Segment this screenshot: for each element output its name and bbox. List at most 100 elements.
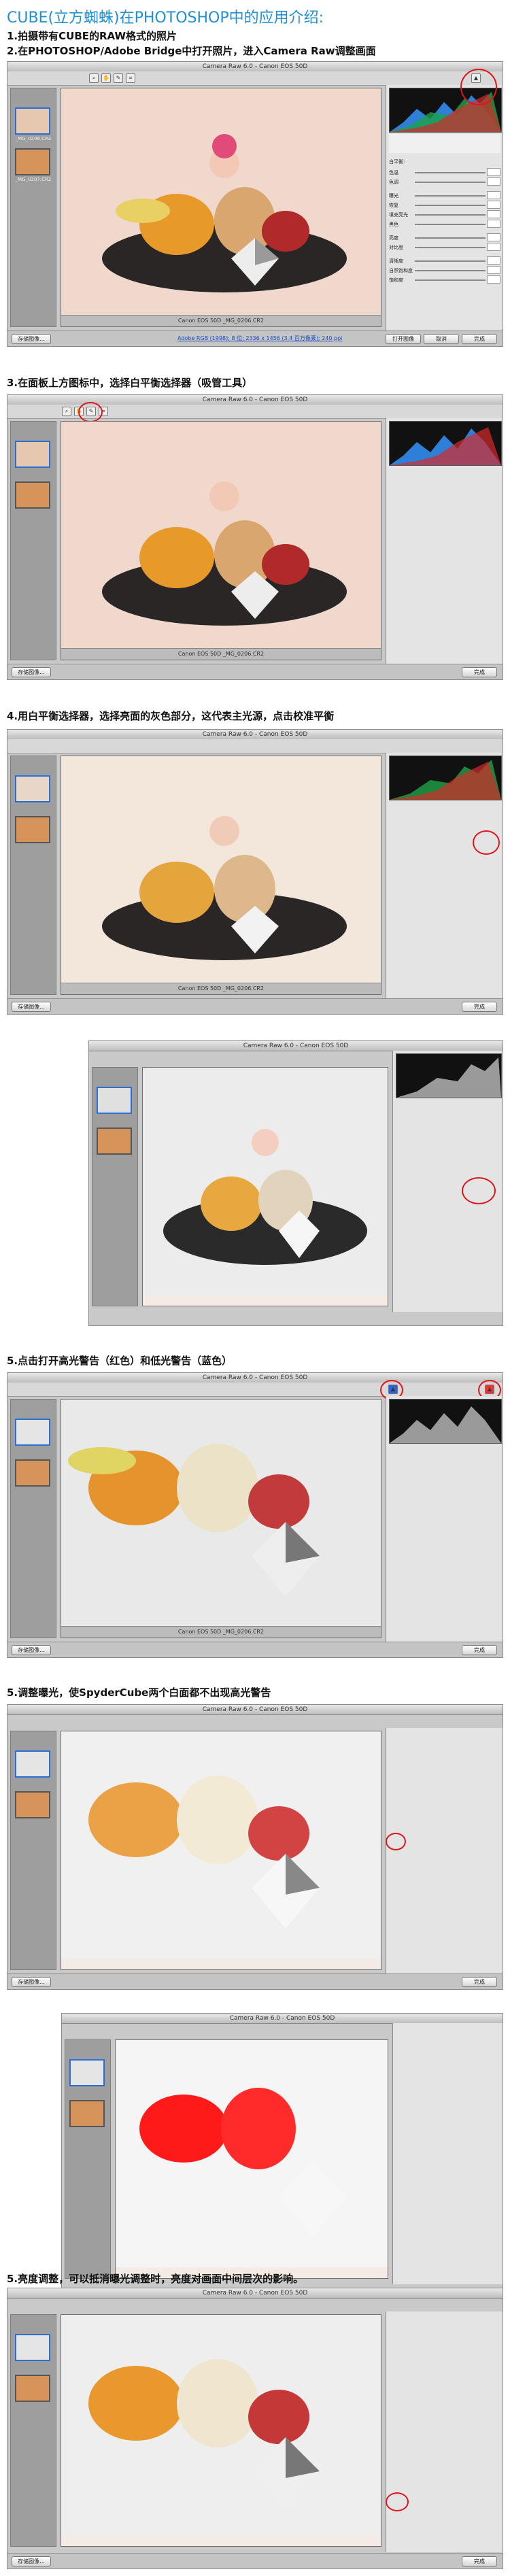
- image-preview: Canon EOS 50D _MG_0206.CR2: [61, 756, 381, 995]
- preview-status: Canon EOS 50D _MG_0206.CR2: [61, 1626, 381, 1638]
- save-image-button[interactable]: 存储图像...: [12, 1645, 51, 1655]
- open-image-button[interactable]: 打开图像: [386, 334, 421, 344]
- done-button[interactable]: 完成: [462, 1002, 497, 1012]
- step-3-caption: 3.在面板上方图标中，选择白平衡选择器（吸管工具）: [7, 377, 253, 389]
- highlight-annotation-circle: [460, 69, 497, 105]
- thumbnail-2[interactable]: [15, 148, 50, 175]
- bottom-bar: 存储图像... 完成: [7, 664, 503, 679]
- camera-raw-window-5b: Camera Raw 6.0 - Canon EOS 50D: [61, 2013, 503, 2299]
- bottom-bar: 存储图像... 完成: [7, 1642, 503, 1657]
- thumbnail-1[interactable]: [15, 775, 50, 802]
- saturation-slider[interactable]: 饱和度: [389, 275, 500, 284]
- done-button[interactable]: 完成: [462, 2556, 497, 2566]
- adjust-panel: 白平衡: 色温 色调 曝光 恢复 填充亮光 黑色 亮度 对比度 清晰度 自然饱和…: [386, 85, 503, 333]
- thumbnail-1[interactable]: [15, 1750, 50, 1778]
- white-balance-row[interactable]: 白平衡:: [389, 157, 500, 166]
- done-button[interactable]: 完成: [462, 1645, 497, 1655]
- thumbnail-1[interactable]: [97, 1087, 132, 1114]
- camera-raw-window-5: Camera Raw 6.0 - Canon EOS 50D 存储图像... 完…: [7, 1704, 503, 1990]
- bottom-bar: 存储图像... 完成: [7, 1973, 503, 1989]
- blacks-slider[interactable]: 黑色: [389, 220, 500, 228]
- window-title: Camera Raw 6.0 - Canon EOS 50D: [7, 1705, 503, 1715]
- white-balance-tool-icon[interactable]: ✎: [114, 73, 123, 83]
- image-preview: Canon EOS 50D _MG_0206.CR2: [61, 421, 381, 660]
- adjust-panel: [386, 2311, 503, 2552]
- thumbnail-1-caption: _MG_0206.CR2: [15, 136, 52, 141]
- save-image-button[interactable]: 存储图像...: [12, 667, 51, 677]
- step-1-caption: 1.拍摄带有CUBE的RAW格式的照片: [7, 30, 177, 42]
- camera-raw-window-2: Camera Raw 6.0 - Canon EOS 50D ⌕ ✋ ✎ ⌗ C…: [7, 394, 503, 680]
- filmstrip: [65, 2039, 111, 2279]
- vibrance-slider[interactable]: 自然饱和度: [389, 266, 500, 275]
- bottom-bar: 存储图像... Adobe RGB (1998); 8 位; 2336 x 14…: [7, 331, 503, 346]
- tint-slider[interactable]: 色调: [389, 177, 500, 186]
- window-title: Camera Raw 6.0 - Canon EOS 50D: [62, 2014, 503, 2024]
- step-7-caption: 5.亮度调整，可以抵消曝光调整时，亮度对画面中间层次的影响。: [7, 2273, 304, 2285]
- camera-raw-window-1: Camera Raw 6.0 - Canon EOS 50D ⌕ ✋ ✎ ⌗ ▲…: [7, 61, 503, 347]
- preview-status: Canon EOS 50D _MG_0206.CR2: [61, 648, 381, 660]
- zoom-tool-icon[interactable]: ⌕: [62, 407, 71, 416]
- done-button[interactable]: 完成: [462, 667, 497, 677]
- adjust-panel: [386, 1728, 503, 1976]
- zoom-tool-icon[interactable]: ⌕: [89, 73, 99, 83]
- hand-tool-icon[interactable]: ✋: [101, 73, 111, 83]
- filmstrip: [92, 1067, 138, 1306]
- eyedropper-annotation-circle: [78, 402, 103, 422]
- thumbnail-1[interactable]: [15, 441, 50, 468]
- contrast-slider[interactable]: 对比度: [389, 243, 500, 252]
- bottom-bar: 存储图像... 完成: [7, 2553, 503, 2569]
- thumbnail-2[interactable]: [97, 1128, 132, 1155]
- camera-raw-window-4: Camera Raw 6.0 - Canon EOS 50D ▲ ▲ Canon…: [7, 1372, 503, 1658]
- window-title: Camera Raw 6.0 - Canon EOS 50D: [7, 730, 503, 740]
- thumbnail-2-caption: _MG_0207.CR2: [15, 177, 52, 182]
- window-title: Camera Raw 6.0 - Canon EOS 50D: [7, 1373, 503, 1383]
- thumbnail-1[interactable]: [69, 2059, 105, 2086]
- recovery-slider[interactable]: 恢复: [389, 201, 500, 209]
- filmstrip: [10, 756, 56, 995]
- exposure-slider[interactable]: 曝光: [389, 191, 500, 200]
- camera-raw-window-3: Camera Raw 6.0 - Canon EOS 50D Canon EOS…: [7, 729, 503, 1015]
- thumbnail-2[interactable]: [15, 1791, 50, 1818]
- brightness-slider[interactable]: 亮度: [389, 233, 500, 242]
- step-6-caption: 5.调整曝光，使SpyderCube两个白面都不出现高光警告: [7, 1687, 271, 1699]
- thumbnail-2[interactable]: [15, 1459, 50, 1487]
- save-image-button[interactable]: 存储图像...: [12, 1977, 51, 1987]
- thumbnail-2[interactable]: [15, 481, 50, 509]
- save-image-button[interactable]: 存储图像...: [12, 2556, 51, 2566]
- preview-status: Canon EOS 50D _MG_0206.CR2: [61, 315, 381, 326]
- adjust-panel: [392, 2023, 503, 2284]
- done-button[interactable]: 完成: [462, 334, 497, 344]
- crop-tool-icon[interactable]: ⌗: [126, 73, 135, 83]
- adjust-panel: [386, 418, 503, 666]
- thumbnail-2[interactable]: [69, 2100, 105, 2127]
- window-title: Camera Raw 6.0 - Canon EOS 50D: [7, 62, 503, 72]
- save-image-button[interactable]: 存储图像...: [12, 334, 51, 344]
- image-preview: [115, 2039, 388, 2279]
- save-image-button[interactable]: 存储图像...: [12, 1002, 51, 1012]
- camera-raw-window-6: Camera Raw 6.0 - Canon EOS 50D 存储图像... 完…: [7, 2288, 503, 2569]
- temperature-slider[interactable]: 色温: [389, 168, 500, 177]
- window-title: Camera Raw 6.0 - Canon EOS 50D: [7, 2288, 503, 2299]
- thumbnail-1[interactable]: [15, 2334, 50, 2361]
- camera-info: [389, 134, 500, 153]
- step-4-caption: 4.用白平衡选择器，选择亮面的灰色部分，这代表主光源，点击校准平衡: [7, 710, 335, 722]
- done-button[interactable]: 完成: [462, 1977, 497, 1987]
- temperature-annotation-circle-2: [462, 1177, 496, 1204]
- histogram: [389, 1399, 502, 1444]
- adjust-panel: [386, 753, 503, 1000]
- image-preview: [142, 1067, 388, 1306]
- cancel-button[interactable]: 取消: [424, 334, 459, 344]
- filmstrip: [10, 1399, 56, 1638]
- camera-raw-window-3b: Camera Raw 6.0 - Canon EOS 50D: [88, 1040, 503, 1326]
- image-preview: [61, 1731, 381, 1970]
- toolbar: ▲ ▲: [7, 1383, 503, 1397]
- step-5-caption: 5.点击打开高光警告（红色）和低光警告（蓝色）: [7, 1355, 233, 1367]
- toolbar: ⌕ ✋ ✎ ⌗ ▲: [7, 71, 503, 86]
- thumbnail-2[interactable]: [15, 816, 50, 843]
- workflow-options-link[interactable]: Adobe RGB (1998); 8 位; 2336 x 1456 (3.4 …: [177, 335, 342, 342]
- clarity-slider[interactable]: 清晰度: [389, 256, 500, 265]
- thumbnail-2[interactable]: [15, 2375, 50, 2402]
- thumbnail-1[interactable]: [15, 1419, 50, 1446]
- thumbnail-1[interactable]: [15, 107, 50, 135]
- fill-light-slider[interactable]: 填充亮光: [389, 210, 500, 219]
